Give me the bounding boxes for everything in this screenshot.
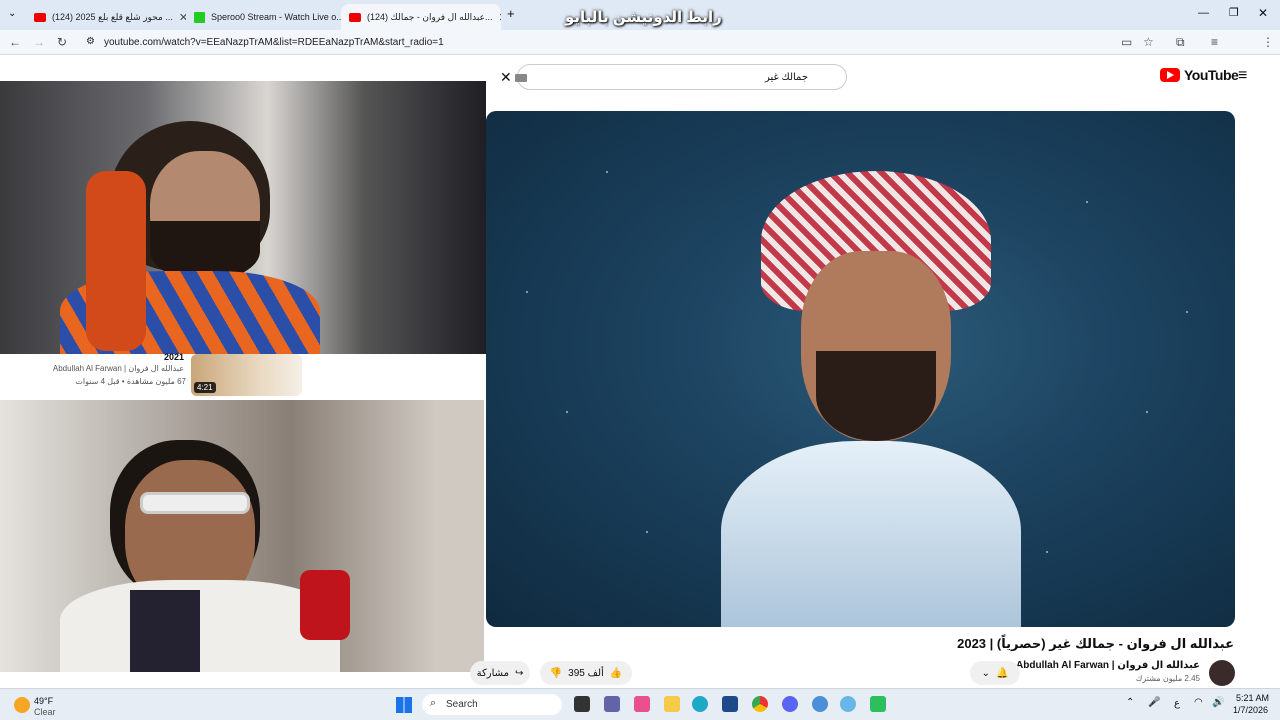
taskbar-search-label: Search — [446, 699, 478, 710]
search-query: جمالك غير — [764, 71, 808, 83]
browser-tab-bar: ⌄ (124) محور شلع قلع بلع 2025 ... ✕ Sper… — [0, 0, 1280, 30]
youtube-logo-text: YouTube — [1184, 67, 1239, 83]
search-icon: ⌕ — [430, 697, 437, 709]
webcam-overlay-streamer-2 — [0, 400, 484, 672]
youtube-favicon-icon — [349, 12, 361, 22]
recommended-channel: عبدالله ال فروان | Abdullah Al Farwan — [52, 364, 184, 373]
restore-icon[interactable]: ❐ — [1229, 6, 1239, 19]
copilot-icon[interactable] — [634, 696, 650, 712]
taskbar-search-input[interactable]: ⌕ Search — [422, 694, 562, 715]
weather-desc: Clear — [34, 707, 56, 717]
video-meta-row: عبدالله ال فروان | Abdullah Al Farwan 2.… — [0, 656, 1280, 688]
windows-start-icon[interactable] — [396, 697, 412, 713]
dislike-icon[interactable]: 👎 — [550, 668, 562, 679]
tab-2-label: Speroo0 Stream - Watch Live o... — [211, 12, 341, 22]
minimize-icon[interactable]: — — [1198, 7, 1209, 19]
store-icon[interactable] — [722, 696, 738, 712]
task-view-icon[interactable] — [574, 696, 590, 712]
notification-bell-button[interactable]: ⌄ 🔔 — [970, 661, 1020, 685]
video-player[interactable] — [486, 111, 1235, 627]
share-button[interactable]: مشاركة ↪ — [470, 661, 530, 685]
watermark-text: رابط الدونيشن بالبايو — [565, 9, 722, 26]
like-icon[interactable]: 👍 — [610, 668, 622, 679]
tab-1[interactable]: (124) محور شلع قلع بلع 2025 ... ✕ — [26, 4, 186, 30]
new-tab-icon[interactable]: + — [507, 6, 515, 21]
wifi-icon[interactable]: ◠ — [1194, 697, 1203, 708]
search-input[interactable]: جمالك غير ✕ — [500, 64, 847, 90]
chevron-down-icon: ⌄ — [981, 667, 990, 679]
bell-icon: 🔔 — [995, 667, 1009, 679]
webcam-overlay-streamer-1 — [0, 81, 486, 354]
reload-icon[interactable]: ↻ — [57, 35, 67, 49]
youtube-play-icon — [1160, 68, 1180, 82]
weather-widget[interactable]: 49°F Clear — [14, 694, 84, 717]
like-dislike-group[interactable]: 👎 395 ألف 👍 — [540, 661, 632, 685]
video-title: عبدالله ال فروان - جمالك غير (حصرياً) | … — [957, 636, 1234, 651]
clock-date[interactable]: 1/7/2026 — [1233, 705, 1268, 715]
video-duration-badge: 4:21 — [194, 382, 216, 393]
language-indicator[interactable]: ع — [1174, 698, 1180, 709]
teams-icon[interactable] — [604, 696, 620, 712]
like-count: 395 ألف — [568, 667, 604, 679]
clear-search-icon[interactable]: ✕ — [500, 69, 512, 86]
file-explorer-icon[interactable] — [664, 696, 680, 712]
url-text: youtube.com/watch?v=EEaNazpTrAM&list=RDE… — [104, 37, 444, 48]
recommended-item[interactable]: 2021 عبدالله ال فروان | Abdullah Al Farw… — [0, 352, 318, 400]
extensions-icon[interactable]: ⧉ — [1176, 35, 1185, 50]
weather-temp: 49°F — [34, 696, 54, 706]
subscriber-count: 2.45 مليون مشترك — [1135, 674, 1200, 683]
edge-icon[interactable] — [692, 696, 708, 712]
address-bar[interactable]: ⚙ youtube.com/watch?v=EEaNazpTrAM&list=R… — [80, 32, 1165, 53]
weather-sun-icon — [14, 697, 30, 713]
kick-favicon-icon — [194, 11, 205, 23]
video-thumbnail-figure — [721, 151, 1021, 627]
app-icon[interactable] — [812, 696, 828, 712]
share-icon: ↪ — [514, 667, 524, 679]
app-icon-3[interactable] — [870, 696, 886, 712]
youtube-logo[interactable]: YouTube — [1160, 67, 1239, 83]
close-icon[interactable]: ✕ — [493, 11, 502, 24]
channel-avatar[interactable] — [1209, 660, 1235, 686]
volume-icon[interactable]: 🔊 — [1212, 697, 1224, 708]
bookmark-star-icon[interactable]: ☆ — [1143, 35, 1154, 49]
recommended-stats: 67 مليون مشاهدة • قبل 4 سنوات — [75, 377, 186, 386]
clock-time[interactable]: 5:21 AM — [1236, 693, 1269, 703]
chrome-icon[interactable] — [752, 696, 768, 712]
discord-icon[interactable] — [782, 696, 798, 712]
youtube-favicon-icon — [34, 12, 46, 22]
close-icon[interactable]: ✕ — [173, 11, 186, 24]
tab-2[interactable]: Speroo0 Stream - Watch Live o... ✕ — [186, 4, 341, 30]
app-icon-2[interactable] — [840, 696, 856, 712]
channel-name[interactable]: عبدالله ال فروان | Abdullah Al Farwan — [1016, 660, 1200, 671]
reading-list-icon[interactable]: ≡ — [1211, 35, 1218, 49]
site-info-icon[interactable]: ⚙ — [86, 36, 95, 47]
forward-icon[interactable]: → — [33, 35, 45, 49]
tab-3-label: (124) عبدالله ال فروان - جمالك... — [367, 11, 493, 22]
share-label: مشاركة — [476, 667, 509, 679]
keyboard-icon[interactable] — [515, 74, 527, 82]
tab-list-icon[interactable]: ⌄ — [8, 8, 16, 19]
close-window-icon[interactable]: ✕ — [1258, 6, 1268, 20]
back-icon[interactable]: ← — [9, 35, 21, 49]
recommended-thumbnail[interactable]: 4:21 — [191, 354, 302, 396]
tab-1-label: (124) محور شلع قلع بلع 2025 ... — [52, 11, 173, 22]
install-app-icon[interactable]: ▭ — [1121, 35, 1132, 49]
browser-toolbar: ← → ↻ ⚙ youtube.com/watch?v=EEaNazpTrAM&… — [0, 30, 1280, 79]
hamburger-menu-icon[interactable]: ≡ — [1238, 67, 1247, 85]
menu-dots-icon[interactable]: ⋮ — [1262, 35, 1274, 49]
tab-3[interactable]: (124) عبدالله ال فروان - جمالك... ✕ — [341, 4, 501, 30]
microphone-icon[interactable]: 🎤 — [1148, 697, 1160, 708]
recommended-year: 2021 — [164, 352, 185, 362]
tray-chevron-icon[interactable]: ⌃ — [1126, 697, 1134, 708]
